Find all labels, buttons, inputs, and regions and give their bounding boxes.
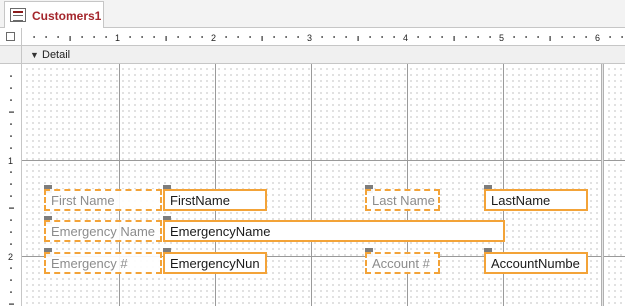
ruler-tick	[10, 291, 12, 293]
ruler-tick	[81, 36, 83, 38]
ruler-tick	[129, 36, 131, 38]
ruler-tick	[393, 36, 395, 38]
ruler-number: 3	[307, 33, 312, 43]
ruler-tick	[345, 36, 347, 38]
ruler-tick	[477, 36, 479, 38]
ruler-tick	[10, 75, 12, 77]
section-label: Detail	[42, 49, 71, 61]
ruler-tick	[381, 36, 383, 38]
document-tab-strip: Customers1	[0, 0, 625, 28]
form-selector-box[interactable]	[6, 32, 15, 41]
ruler-tick	[10, 123, 12, 125]
account-number-label[interactable]: Account #	[365, 252, 440, 274]
ruler-tick	[225, 36, 227, 38]
ruler-tick	[93, 36, 95, 38]
form-width-edge[interactable]	[601, 64, 604, 306]
ruler-tick	[10, 183, 12, 185]
ruler-tick	[201, 36, 203, 38]
ruler-corner-selector[interactable]	[0, 28, 22, 46]
ruler-tick	[10, 147, 12, 149]
ruler-tick	[513, 36, 515, 38]
ruler-number: 2	[211, 33, 216, 43]
ruler-tick	[10, 171, 12, 173]
ruler-tick	[10, 219, 12, 221]
ruler-tick	[9, 111, 14, 113]
ruler-tick	[285, 36, 287, 38]
ruler-tick	[273, 36, 275, 38]
ruler-tick	[321, 36, 323, 38]
horizontal-ruler[interactable]: 1 2 3 4 5 6	[22, 28, 625, 46]
ruler-tick	[621, 36, 623, 38]
ruler-tick	[237, 36, 239, 38]
ruler-number: 1	[115, 33, 120, 43]
ruler-tick	[417, 36, 419, 38]
last-name-textbox[interactable]: LastName	[484, 189, 588, 211]
first-name-textbox[interactable]: FirstName	[163, 189, 267, 211]
ruler-tick	[465, 36, 467, 38]
ruler-tick	[333, 36, 335, 38]
ruler-number: 1	[8, 156, 13, 166]
emergency-number-textbox[interactable]: EmergencyNun	[163, 252, 267, 274]
ruler-tick	[525, 36, 527, 38]
ruler-tick	[9, 303, 14, 305]
tab-title: Customers1	[32, 9, 102, 23]
ruler-tick	[573, 36, 575, 38]
grid-line	[311, 64, 312, 306]
emergency-number-label[interactable]: Emergency #	[44, 252, 162, 274]
ruler-tick	[105, 36, 107, 38]
ruler-number: 5	[499, 33, 504, 43]
ruler-tick	[441, 36, 443, 38]
ruler-tick	[10, 231, 12, 233]
ruler-number: 2	[8, 252, 13, 262]
section-arrow-icon: ▼	[30, 50, 39, 60]
vertical-ruler-ticks: 12	[8, 75, 14, 305]
ruler-tick	[10, 243, 12, 245]
ruler-tick	[10, 87, 12, 89]
ruler-tick	[165, 36, 167, 41]
ruler-tick	[489, 36, 491, 38]
ruler-tick	[429, 36, 431, 38]
ruler-tick	[189, 36, 191, 38]
ruler-tick	[10, 279, 12, 281]
vertical-ruler[interactable]: 12	[0, 64, 22, 306]
ruler-tick	[10, 267, 12, 269]
detail-design-grid[interactable]: First Name FirstName Last Name LastName …	[22, 64, 625, 306]
ruler-tick	[369, 36, 371, 38]
ruler-tick	[261, 36, 263, 41]
ruler-tick	[561, 36, 563, 38]
grid-line	[22, 160, 625, 161]
ruler-tick	[141, 36, 143, 38]
ruler-number: 4	[403, 33, 408, 43]
ruler-tick	[10, 195, 12, 197]
emergency-name-label[interactable]: Emergency Name	[44, 220, 162, 242]
ruler-tick	[9, 207, 14, 209]
ruler-tick	[177, 36, 179, 38]
ruler-tick	[57, 36, 59, 38]
ruler-tick	[537, 36, 539, 38]
first-name-label[interactable]: First Name	[44, 189, 162, 211]
detail-section-bar[interactable]: ▼ Detail	[0, 46, 625, 64]
ruler-tick	[45, 36, 47, 38]
section-selector[interactable]	[0, 46, 22, 64]
ruler-tick	[69, 36, 71, 41]
form-icon	[10, 8, 26, 22]
ruler-tick	[10, 99, 12, 101]
ruler-tick	[549, 36, 551, 41]
ruler-tick	[357, 36, 359, 41]
ruler-number: 6	[595, 33, 600, 43]
ruler-tick	[297, 36, 299, 38]
ruler-tick	[33, 36, 35, 38]
ruler-tick	[453, 36, 455, 41]
ruler-tick	[609, 36, 611, 38]
ruler-tick	[10, 135, 12, 137]
horizontal-ruler-ticks: 1 2 3 4 5 6	[33, 33, 623, 43]
last-name-label[interactable]: Last Name	[365, 189, 440, 211]
emergency-name-textbox[interactable]: EmergencyName	[163, 220, 505, 242]
tab-customers1[interactable]: Customers1	[4, 1, 104, 28]
ruler-tick	[153, 36, 155, 38]
account-number-textbox[interactable]: AccountNumbe	[484, 252, 588, 274]
ruler-tick	[249, 36, 251, 38]
ruler-tick	[585, 36, 587, 38]
